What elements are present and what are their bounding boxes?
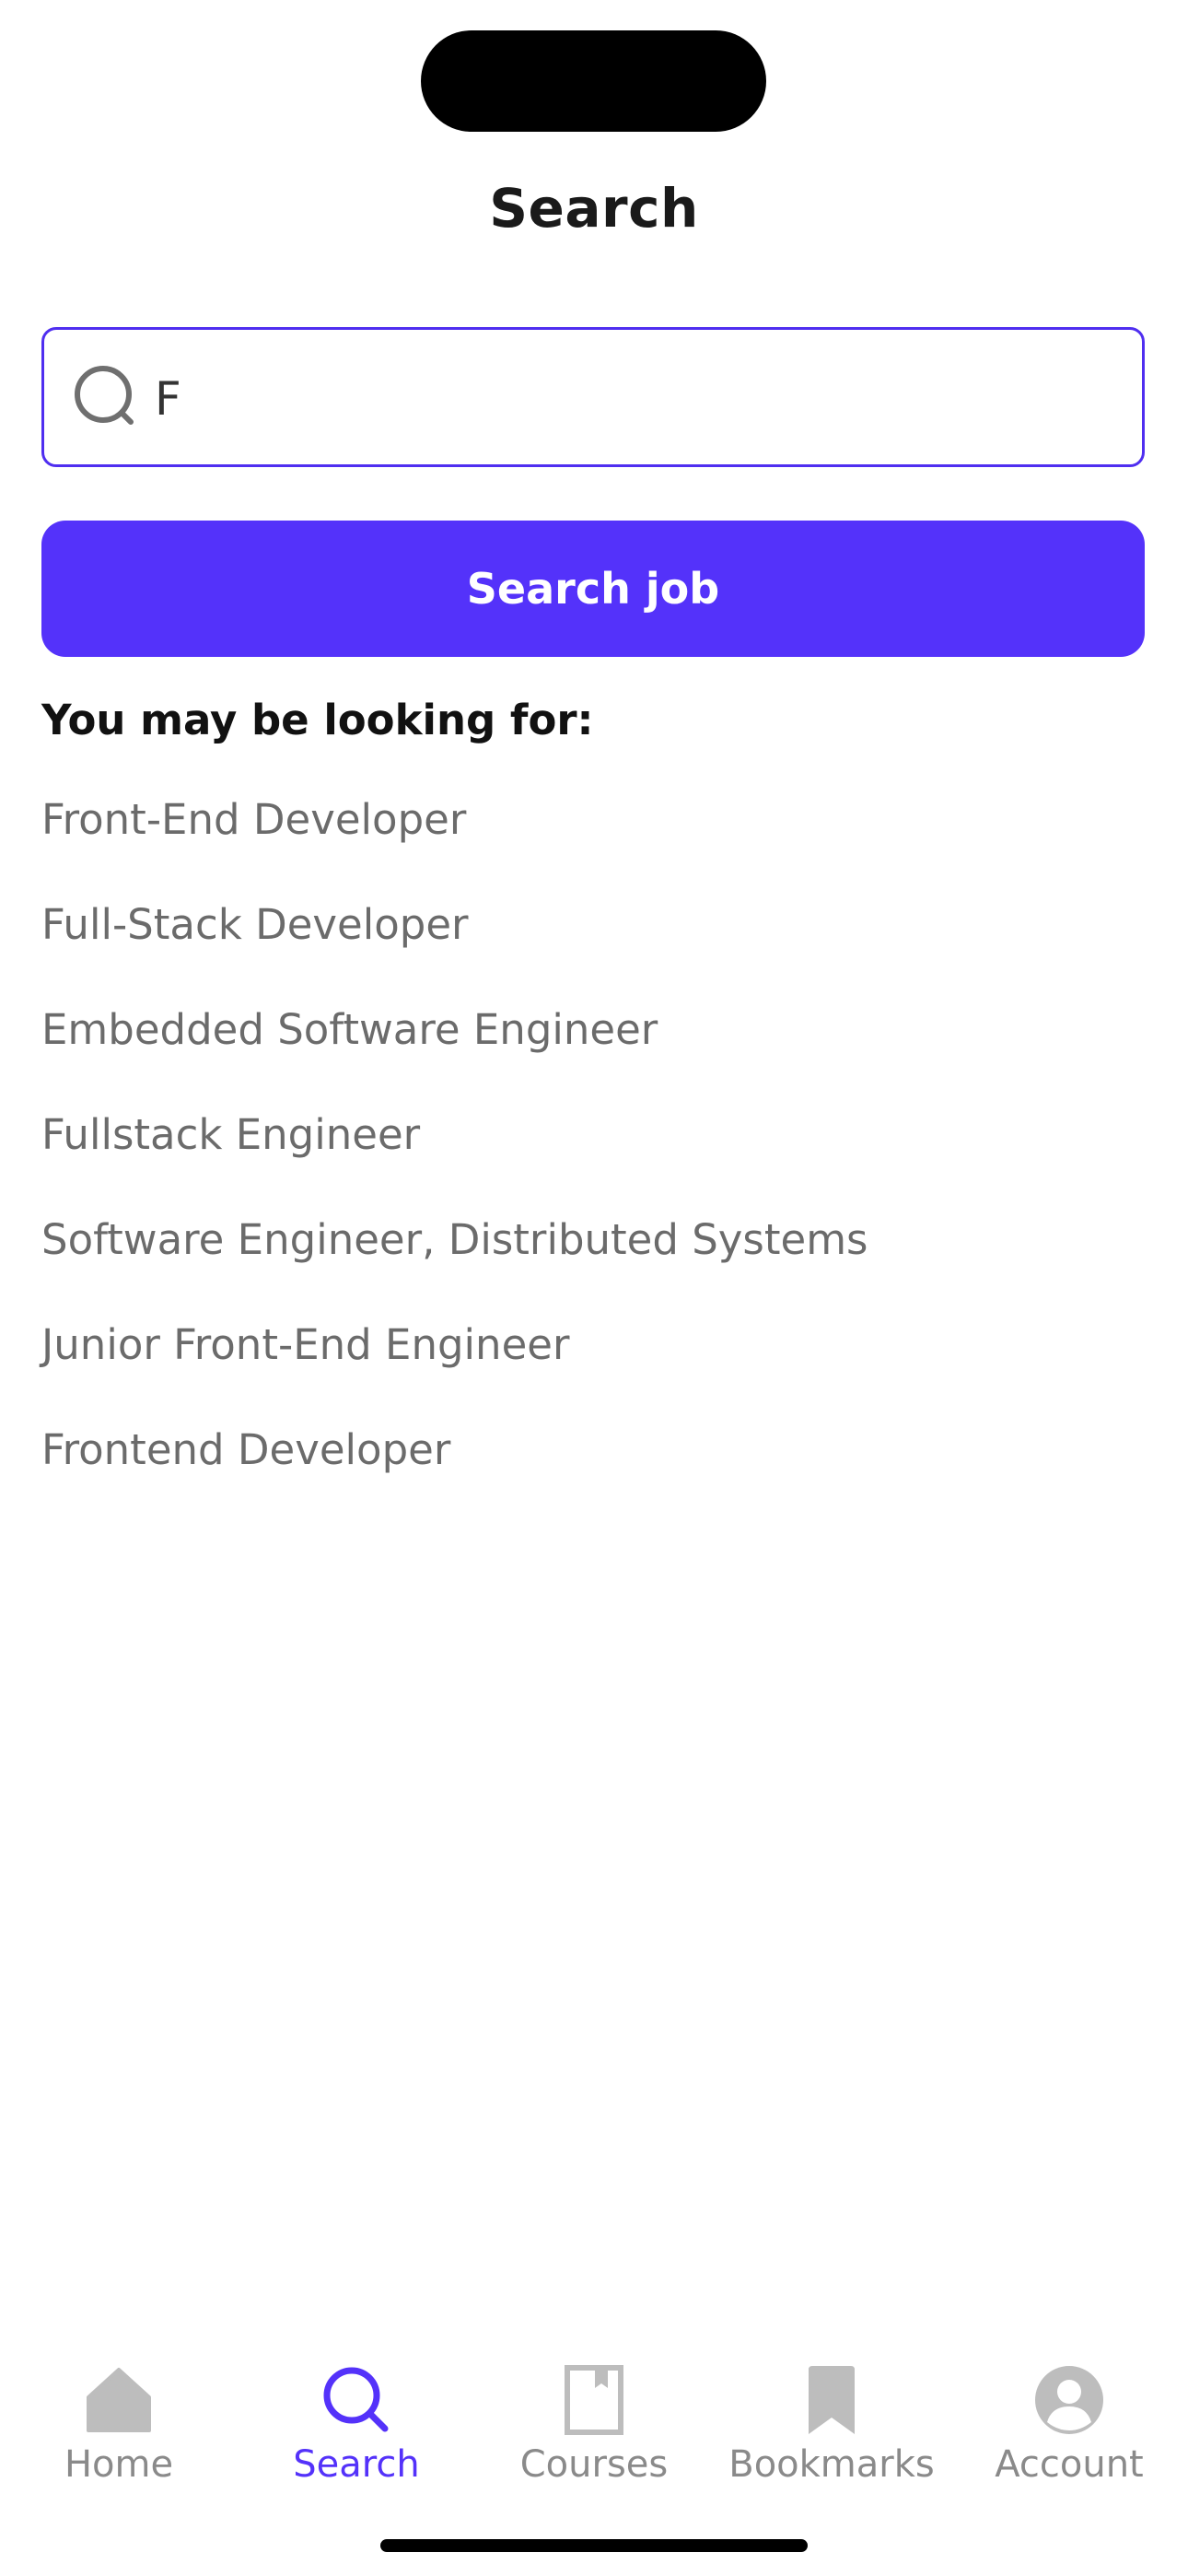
tab-home[interactable]: Home [0,2359,238,2497]
page-title: Search [489,177,699,240]
suggestion-item[interactable]: Embedded Software Engineer [41,1002,868,1107]
tab-courses[interactable]: Courses [475,2359,713,2497]
tab-label-home: Home [64,2443,174,2486]
book-icon [565,2365,623,2435]
suggestion-list: Front-End Developer Full-Stack Developer… [41,792,868,1528]
suggestion-item[interactable]: Full-Stack Developer [41,897,868,1002]
tab-bar: Home Search Courses Bookmarks Account [0,2359,1188,2497]
search-icon [75,366,134,425]
suggestion-item[interactable]: Software Engineer, Distributed Systems [41,1212,868,1317]
tab-label-account: Account [995,2443,1144,2486]
suggestion-item[interactable]: Junior Front-End Engineer [41,1317,868,1423]
suggestion-item[interactable]: Fullstack Engineer [41,1107,868,1212]
search-icon [323,2367,389,2432]
search-job-button[interactable]: Search job [41,521,1145,657]
tab-label-courses: Courses [519,2443,669,2486]
tab-account[interactable]: Account [950,2359,1188,2497]
home-indicator[interactable] [380,2539,808,2552]
suggestion-item[interactable]: Front-End Developer [41,792,868,897]
tab-label-search: Search [293,2443,420,2486]
tab-label-bookmarks: Bookmarks [728,2443,935,2486]
bookmark-icon [809,2366,855,2434]
tab-bookmarks[interactable]: Bookmarks [713,2359,950,2497]
search-input[interactable] [155,357,1112,440]
home-icon [87,2368,151,2432]
account-icon [1035,2366,1103,2434]
search-field[interactable] [41,327,1145,467]
suggestions-heading: You may be looking for: [41,696,594,744]
dynamic-island [421,30,766,132]
tab-search[interactable]: Search [238,2359,475,2497]
suggestion-item[interactable]: Frontend Developer [41,1423,868,1528]
